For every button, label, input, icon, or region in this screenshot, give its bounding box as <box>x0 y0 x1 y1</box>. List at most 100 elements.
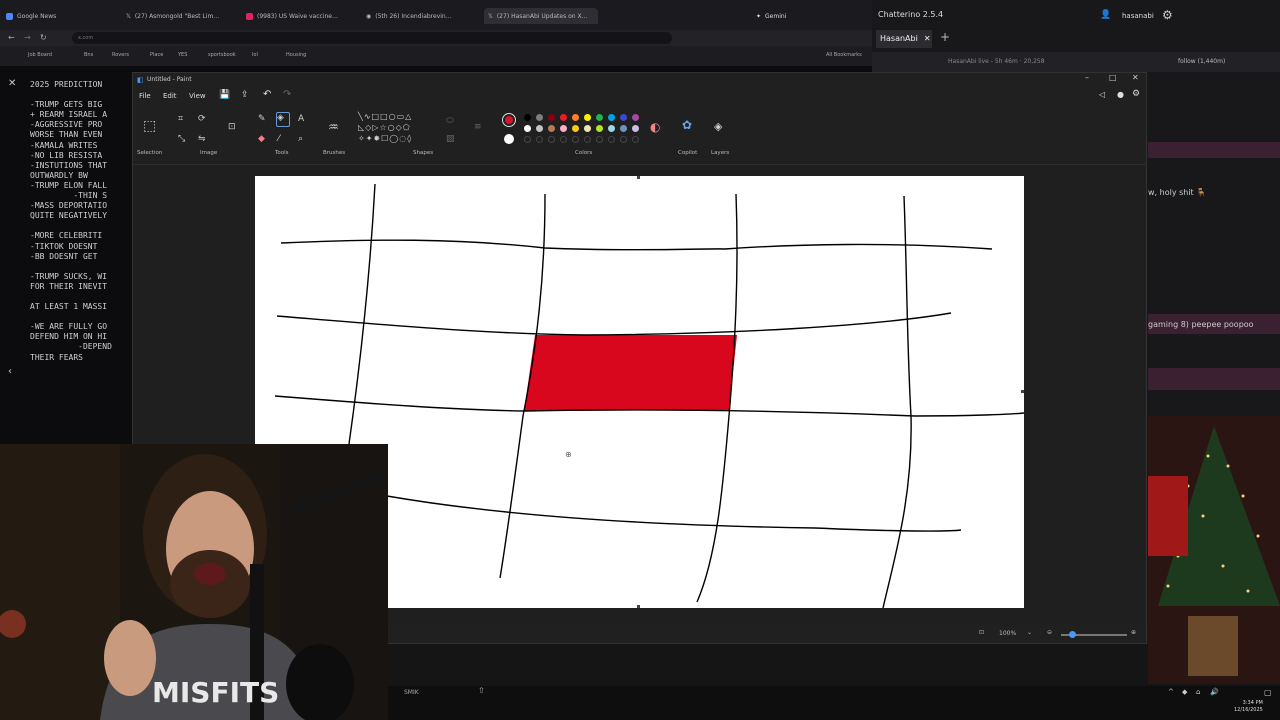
color-swatch[interactable] <box>632 114 639 121</box>
url-input[interactable]: x.com <box>72 32 672 44</box>
color-swatch[interactable] <box>572 114 579 121</box>
rotate-icon[interactable]: ⟳ <box>198 114 206 124</box>
color-swatch[interactable] <box>632 125 639 132</box>
bookmark-item[interactable]: Rovers <box>112 52 129 58</box>
save-icon[interactable]: 💾 <box>219 90 230 100</box>
custom-color-slot[interactable] <box>584 136 591 143</box>
magnifier-icon[interactable]: ⌕ <box>298 134 303 144</box>
color-swatch[interactable] <box>548 125 555 132</box>
maximize-icon[interactable]: □ <box>1109 73 1117 82</box>
color-swatch[interactable] <box>524 125 531 132</box>
taskbar-app-label[interactable]: SMIK <box>404 689 419 696</box>
crop-icon[interactable]: ⌗ <box>178 114 183 124</box>
custom-color-slot[interactable] <box>524 136 531 143</box>
gemini-button[interactable]: ✦ Gemini <box>756 8 796 24</box>
bookmark-item[interactable]: lol <box>252 52 258 58</box>
menu-edit[interactable]: Edit <box>163 92 177 100</box>
bookmark-item[interactable]: Housing <box>286 52 306 58</box>
zoom-slider-thumb[interactable] <box>1069 631 1076 638</box>
tray-chevron-icon[interactable]: ^ <box>1168 688 1174 696</box>
bookmark-item[interactable]: sportsbook <box>208 52 236 58</box>
chat-user[interactable]: hasanabi <box>1122 12 1154 20</box>
tray-app-icon[interactable]: ◆ <box>1182 688 1187 696</box>
zoom-level[interactable]: 100% <box>999 630 1016 637</box>
custom-color-slot[interactable] <box>548 136 555 143</box>
flip-icon[interactable]: ⇋ <box>198 134 206 144</box>
fill-icon[interactable]: ▨ <box>446 134 455 144</box>
shapes-gallery-row3[interactable]: ✧✦✸☐◯◌◊ <box>358 134 412 143</box>
zoom-in-icon[interactable]: ⊕ <box>1131 629 1136 636</box>
color-swatch[interactable] <box>596 114 603 121</box>
eraser-icon[interactable]: ◆ <box>258 134 265 144</box>
zoom-out-icon[interactable]: ⊖ <box>1047 629 1052 636</box>
taskbar-clock[interactable]: 3:34 PM 12/16/2025 <box>1234 700 1263 714</box>
menu-view[interactable]: View <box>189 92 206 100</box>
user-icon[interactable]: 👤 <box>1100 10 1111 20</box>
image-select-icon[interactable]: ⊡ <box>228 122 236 132</box>
color-swatch[interactable] <box>572 125 579 132</box>
share-icon[interactable]: ⇪ <box>241 90 249 100</box>
layers-icon[interactable]: ◈ <box>714 120 722 133</box>
close-icon[interactable]: ✕ <box>924 34 931 43</box>
secondary-color-swatch[interactable] <box>504 134 514 144</box>
outline-icon[interactable]: ⬭ <box>446 116 454 126</box>
browser-tab[interactable]: Google News <box>6 8 110 24</box>
browser-tab-active[interactable]: 𝕏 (27) HasanAbi Updates on X… <box>484 8 598 24</box>
brush-icon[interactable]: ♒ <box>328 120 339 134</box>
custom-color-slot[interactable] <box>596 136 603 143</box>
gear-icon[interactable]: ⚙ <box>1162 8 1173 22</box>
color-swatch[interactable] <box>536 125 543 132</box>
pencil-icon[interactable]: ✎ <box>258 114 266 124</box>
undo-icon[interactable]: ↶ <box>263 89 271 100</box>
color-swatch[interactable] <box>584 125 591 132</box>
color-swatch[interactable] <box>584 114 591 121</box>
color-swatch[interactable] <box>620 114 627 121</box>
close-window-icon[interactable]: ✕ <box>1132 73 1139 82</box>
chat-tab[interactable]: HasanAbi ✕ <box>876 30 932 48</box>
close-icon[interactable]: ✕ <box>8 78 16 89</box>
custom-color-slot[interactable] <box>572 136 579 143</box>
resize-icon[interactable]: ⤡ <box>178 134 185 144</box>
color-swatch[interactable] <box>620 125 627 132</box>
color-swatch[interactable] <box>524 114 531 121</box>
shapes-gallery-row2[interactable]: ◺◇▷☆○◇⬠ <box>358 123 411 132</box>
custom-color-slot[interactable] <box>632 136 639 143</box>
size-icon[interactable]: ≡ <box>474 122 482 132</box>
all-bookmarks[interactable]: All Bookmarks <box>826 52 862 58</box>
minimize-icon[interactable]: – <box>1085 73 1089 82</box>
bookmark-item[interactable]: Job Board <box>28 52 52 58</box>
upload-icon[interactable]: ⇧ <box>478 686 485 695</box>
chevron-down-icon[interactable]: ⌄ <box>1027 629 1032 636</box>
bookmark-item[interactable]: Bns <box>84 52 93 58</box>
browser-tab[interactable]: 𝕏 (27) Asmongold "Best Lim… <box>126 8 236 24</box>
menu-file[interactable]: File <box>139 92 151 100</box>
shapes-gallery[interactable]: ╲∿□□○▭△ <box>358 112 412 121</box>
bookmark-item[interactable]: YES <box>178 52 187 58</box>
fill-bucket-icon[interactable]: ◈ <box>276 112 290 127</box>
fit-icon[interactable]: ⊡ <box>979 629 984 636</box>
settings-icon[interactable]: ⚙ <box>1132 89 1140 99</box>
custom-color-slot[interactable] <box>560 136 567 143</box>
edit-colors-icon[interactable]: ◐ <box>650 120 660 134</box>
selection-icon[interactable]: ⬚ <box>143 118 156 134</box>
add-tab-icon[interactable]: + <box>940 30 950 44</box>
color-swatch[interactable] <box>536 114 543 121</box>
custom-color-slot[interactable] <box>620 136 627 143</box>
comment-icon[interactable]: ◁ <box>1099 90 1105 99</box>
notification-icon[interactable]: ▢ <box>1264 688 1272 697</box>
account-icon[interactable]: ● <box>1117 90 1124 99</box>
color-swatch[interactable] <box>608 125 615 132</box>
color-swatch[interactable] <box>560 125 567 132</box>
color-swatch[interactable] <box>608 114 615 121</box>
bookmark-item[interactable]: Place <box>150 52 163 58</box>
color-swatch[interactable] <box>560 114 567 121</box>
redo-icon[interactable]: ↷ <box>283 89 291 100</box>
color-picker-icon[interactable]: ⁄ <box>278 134 280 144</box>
volume-icon[interactable]: 🔊 <box>1210 688 1219 696</box>
primary-color-swatch[interactable] <box>502 113 516 127</box>
network-icon[interactable]: ⌂ <box>1196 688 1200 696</box>
browser-tab[interactable]: (9983) US Waive vaccine… <box>246 8 354 24</box>
browser-tab[interactable]: ◉ (5th 26) Incendiabrevin… <box>366 8 474 24</box>
custom-color-slot[interactable] <box>608 136 615 143</box>
back-icon[interactable]: ← <box>8 33 15 42</box>
